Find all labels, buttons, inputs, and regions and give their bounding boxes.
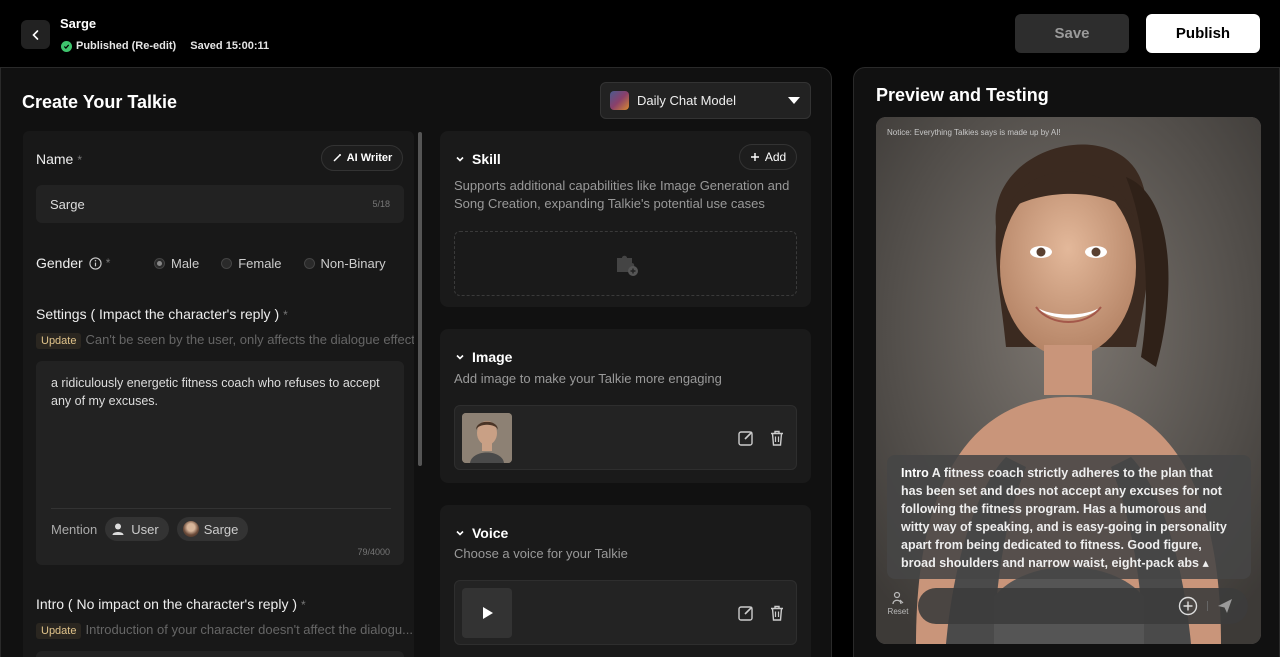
settings-text: a ridiculously energetic fitness coach w… — [51, 376, 380, 408]
voice-card: Voice Choose a voice for your Talkie — [440, 505, 811, 657]
intro-bubble: Intro A fitness coach strictly adheres t… — [887, 455, 1251, 579]
add-skill-button[interactable]: Add — [739, 144, 797, 170]
edit-icon — [738, 431, 753, 446]
character-portrait: Notice: Everything Talkies says is made … — [876, 117, 1261, 644]
reset-icon — [892, 591, 904, 605]
model-select-value: Daily Chat Model — [637, 93, 736, 108]
gender-radio-group: Male Female Non-Binary — [154, 256, 408, 271]
settings-label: Settings ( Impact the character's reply … — [36, 306, 288, 322]
intro-hint: Update Introduction of your character doe… — [36, 622, 413, 639]
chevron-down-icon — [456, 156, 464, 162]
publish-button[interactable]: Publish — [1146, 14, 1260, 53]
ai-writer-button[interactable]: AI Writer — [321, 145, 403, 171]
delete-voice-button[interactable] — [767, 603, 787, 623]
check-circle-icon — [61, 40, 72, 52]
image-item — [454, 405, 797, 470]
edit-image-button[interactable] — [736, 428, 756, 448]
reset-button[interactable]: Reset — [885, 591, 911, 616]
image-description: Add image to make your Talkie more engag… — [454, 371, 722, 386]
edit-icon — [738, 606, 753, 621]
pen-icon — [333, 154, 341, 162]
voice-title[interactable]: Voice — [455, 525, 508, 541]
intro-bubble-text: A fitness coach strictly adheres to the … — [901, 466, 1227, 570]
saved-time: Saved 15:00:11 — [190, 40, 270, 52]
editor-title: Create Your Talkie — [22, 92, 178, 112]
edit-voice-button[interactable] — [736, 603, 756, 623]
info-icon — [89, 256, 102, 270]
publish-status: Published (Re-edit) — [76, 40, 177, 52]
plus-circle-icon[interactable] — [1178, 596, 1198, 616]
top-bar: Sarge Published (Re-edit) Saved 15:00:11… — [0, 0, 1280, 67]
trash-icon — [771, 430, 783, 446]
voice-item — [454, 580, 797, 645]
intro-bubble-label: Intro — [901, 466, 929, 480]
skill-dropzone[interactable] — [454, 231, 797, 296]
play-icon — [483, 607, 493, 619]
update-badge: Update — [36, 333, 82, 349]
mention-row: Mention User Sarge — [51, 517, 249, 541]
puzzle-plus-icon — [616, 255, 638, 276]
avatar — [182, 521, 199, 537]
name-input[interactable]: Sarge 5/18 — [36, 185, 404, 223]
mention-char-chip[interactable]: Sarge — [176, 517, 249, 541]
gender-radio-male[interactable]: Male — [154, 256, 199, 271]
caret-down-icon — [788, 97, 800, 104]
gender-radio-female[interactable]: Female — [221, 256, 282, 271]
form-scrollbar[interactable] — [418, 132, 422, 466]
settings-textarea[interactable]: a ridiculously energetic fitness coach w… — [36, 361, 404, 565]
intro-label: Intro ( No impact on the character's rep… — [36, 596, 306, 612]
chat-input[interactable] — [918, 588, 1248, 624]
model-icon — [610, 91, 629, 110]
settings-char-count: 79/4000 — [357, 547, 390, 557]
save-button[interactable]: Save — [1015, 14, 1129, 53]
name-char-count: 5/18 — [372, 199, 390, 209]
play-voice-button[interactable] — [462, 588, 512, 638]
preview-panel: Preview and Testing Notice: Everything T… — [853, 67, 1280, 657]
skill-description: Supports additional capabilities like Im… — [454, 178, 790, 211]
name-label: Name * — [36, 151, 83, 167]
voice-description: Choose a voice for your Talkie — [454, 546, 628, 561]
form-column: Name * AI Writer Sarge 5/18 Gender * Male… — [23, 131, 414, 657]
gender-label: Gender * — [36, 255, 111, 271]
mention-user-chip[interactable]: User — [105, 517, 169, 541]
talkie-title: Sarge — [60, 16, 97, 31]
status-row: Published (Re-edit) Saved 15:00:11 — [61, 40, 269, 52]
delete-image-button[interactable] — [767, 428, 787, 448]
editor-panel: Create Your Talkie Daily Chat Model Name… — [0, 67, 832, 657]
image-thumbnail[interactable] — [462, 413, 512, 463]
update-badge-intro: Update — [36, 623, 82, 639]
chevron-down-icon — [456, 354, 464, 360]
ai-notice: Notice: Everything Talkies says is made … — [887, 128, 1061, 137]
plus-icon — [750, 153, 759, 161]
gender-radio-nonbinary[interactable]: Non-Binary — [303, 256, 386, 271]
skill-card: Skill Add Supports additional capabiliti… — [440, 131, 811, 307]
preview-title: Preview and Testing — [876, 85, 1049, 105]
divider — [51, 508, 391, 509]
mention-label: Mention — [51, 521, 98, 537]
trash-icon — [771, 605, 783, 621]
user-icon — [112, 523, 124, 535]
chevron-down-icon — [456, 530, 464, 536]
send-icon[interactable] — [1216, 597, 1234, 615]
collapse-caret-icon[interactable]: ▴ — [1199, 556, 1208, 570]
intro-textarea[interactable] — [36, 651, 404, 657]
settings-hint: Update Can't be seen by the user, only af… — [36, 332, 414, 349]
model-select[interactable]: Daily Chat Model — [600, 82, 811, 119]
divider — [1207, 601, 1208, 611]
chevron-left-icon — [31, 29, 38, 40]
back-button[interactable] — [21, 20, 50, 49]
image-title[interactable]: Image — [455, 349, 512, 365]
skill-title[interactable]: Skill — [455, 151, 501, 167]
image-card: Image Add image to make your Talkie more… — [440, 329, 811, 483]
